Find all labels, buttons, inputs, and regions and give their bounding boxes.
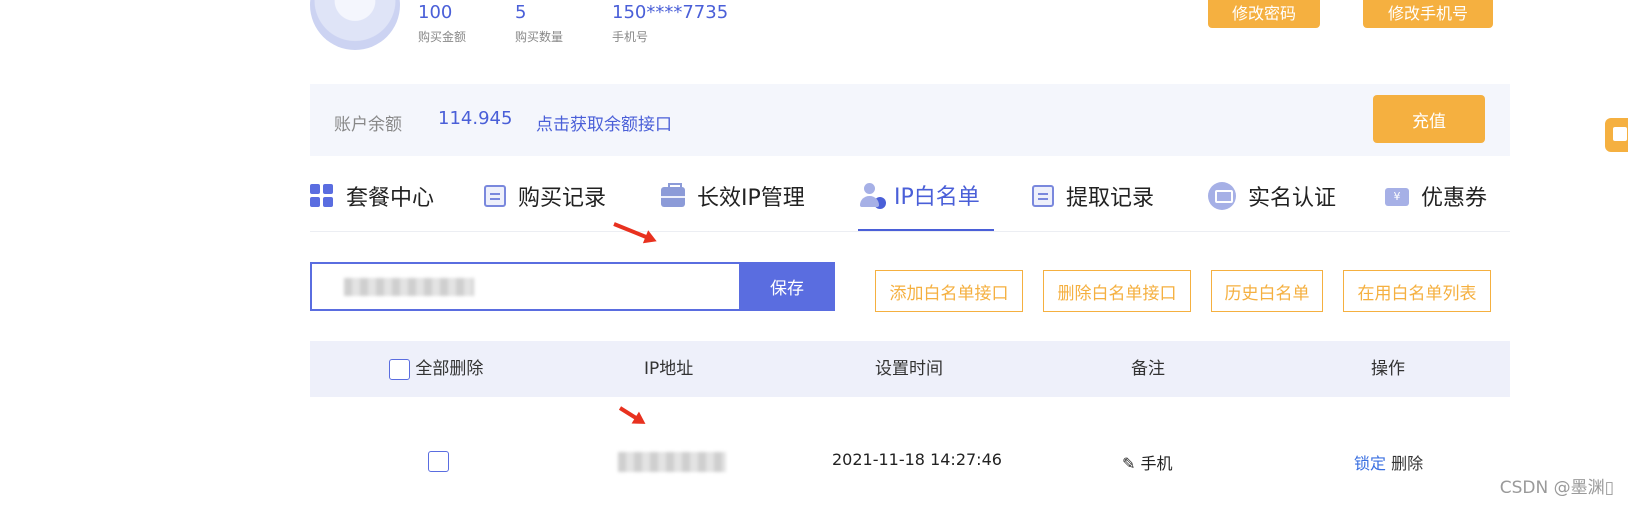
stat-purchase-amount: 100 购买金额 (418, 2, 466, 45)
pencil-icon: ✎ (1122, 454, 1136, 473)
tab-label: 购买记录 (518, 185, 607, 211)
balance-bar: 账户余额 114.945 点击获取余额接口 充值 (310, 84, 1510, 156)
tab-real-name-verification[interactable]: 实名认证 (1208, 160, 1336, 231)
change-password-button[interactable]: 修改密码 (1208, 0, 1320, 28)
select-all-checkbox[interactable] (389, 358, 410, 380)
watermark: CSDN @墨渊▯ (1499, 478, 1614, 498)
row-checkbox[interactable] (428, 451, 449, 472)
balance-api-link[interactable]: 点击获取余额接口 (536, 110, 672, 135)
balance-amount: 114.945 (438, 108, 513, 129)
tab-label: 长效IP管理 (697, 185, 805, 211)
stat-value: 150****7735 (612, 2, 729, 23)
gift-icon (1613, 127, 1627, 141)
edit-doc-icon (1032, 184, 1054, 207)
tab-long-ip-management[interactable]: 长效IP管理 (661, 160, 805, 231)
tab-bar: 套餐中心 购买记录 长效IP管理 IP白名单 提取记录 实名认证 ¥ 优惠券 (310, 160, 1510, 232)
row-ops: 锁定 删除 (1354, 450, 1423, 474)
change-phone-button[interactable]: 修改手机号 (1363, 0, 1493, 28)
tab-label: 套餐中心 (346, 185, 435, 211)
stat-value: 100 (418, 2, 453, 23)
stat-phone: 150****7735 手机号 (612, 2, 728, 45)
balance-label: 账户余额 (334, 115, 402, 135)
add-whitelist-api-button[interactable]: 添加白名单接口 (875, 270, 1023, 312)
note-header: 备注 (1131, 359, 1165, 379)
user-check-icon (858, 182, 886, 209)
stat-label: 手机号 (612, 30, 649, 44)
avatar (310, 0, 400, 50)
lock-link[interactable]: 锁定 (1354, 454, 1386, 473)
delete-link[interactable]: 删除 (1391, 454, 1423, 473)
tab-label: 优惠券 (1421, 185, 1488, 211)
row-note-text: 手机 (1140, 454, 1173, 473)
ip-whitelist-input[interactable] (310, 262, 740, 311)
side-float-button[interactable] (1605, 118, 1628, 152)
stat-label: 购买数量 (515, 30, 564, 44)
time-header: 设置时间 (875, 359, 943, 379)
blurred-ip-value (344, 278, 474, 296)
tab-label: 实名认证 (1248, 185, 1337, 211)
tab-purchase-records[interactable]: 购买记录 (484, 160, 606, 231)
tab-label: 提取记录 (1066, 185, 1155, 211)
delete-all-header: 全部删除 (389, 341, 483, 397)
delete-whitelist-api-button[interactable]: 删除白名单接口 (1043, 270, 1191, 312)
briefcase-icon (661, 182, 685, 207)
active-whitelist-list-button[interactable]: 在用白名单列表 (1343, 270, 1491, 312)
tab-package-center[interactable]: 套餐中心 (310, 160, 434, 231)
blurred-ip-address (618, 452, 726, 472)
monitor-icon (1208, 181, 1236, 210)
table-header: 全部删除 IP地址 设置时间 备注 操作 (310, 341, 1510, 397)
stat-purchase-count: 5 购买数量 (515, 2, 563, 45)
tab-extraction-records[interactable]: 提取记录 (1032, 160, 1154, 231)
tab-coupons[interactable]: ¥ 优惠券 (1385, 160, 1487, 231)
grid-icon (310, 183, 334, 208)
edit-doc-icon (484, 184, 506, 207)
ip-header: IP地址 (644, 359, 694, 379)
save-button[interactable]: 保存 (739, 262, 835, 311)
stat-value: 5 (515, 2, 527, 23)
history-whitelist-button[interactable]: 历史白名单 (1211, 270, 1323, 312)
tab-ip-whitelist[interactable]: IP白名单 (858, 160, 994, 231)
ops-header: 操作 (1371, 359, 1405, 379)
row-note[interactable]: ✎ 手机 (1122, 450, 1173, 474)
row-time: 2021-11-18 14:27:46 (832, 450, 1002, 469)
red-arrow-icon (618, 406, 642, 423)
tab-label: IP白名单 (894, 184, 980, 210)
stat-label: 购买金额 (418, 30, 467, 44)
recharge-button[interactable]: 充值 (1373, 95, 1485, 143)
coupon-icon: ¥ (1385, 188, 1409, 206)
delete-all-label: 全部删除 (415, 359, 484, 379)
